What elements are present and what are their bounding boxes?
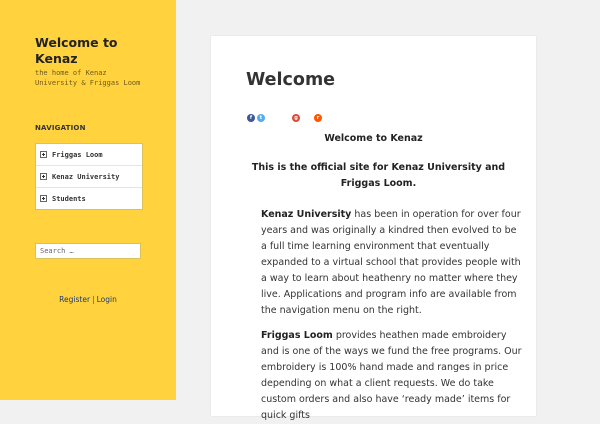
- main-content: Welcome f t g r Welcome to Kenaz This is…: [211, 36, 536, 421]
- navigation-menu: Friggas Loom Kenaz University Students: [35, 143, 143, 210]
- site-title[interactable]: Welcome to Kenaz: [35, 35, 155, 67]
- nav-item-friggas-loom[interactable]: Friggas Loom: [36, 144, 142, 166]
- search-input[interactable]: [35, 243, 141, 259]
- nav-item-students[interactable]: Students: [36, 188, 142, 209]
- nav-item-label: Kenaz University: [52, 172, 120, 181]
- site-description: the home of Kenaz University & Friggas L…: [35, 69, 141, 87]
- facebook-icon[interactable]: f: [247, 114, 255, 122]
- friggas-loom-paragraph: Friggas Loom provides heathen made embro…: [261, 328, 523, 424]
- welcome-heading: Welcome to Kenaz: [324, 133, 423, 144]
- reddit-icon[interactable]: r: [314, 114, 322, 122]
- share-buttons: f t g r: [247, 114, 327, 124]
- friggas-loom-name: Friggas Loom: [261, 330, 333, 341]
- expand-icon[interactable]: [40, 151, 47, 158]
- kenaz-university-text: has been in operation for over four year…: [261, 209, 521, 316]
- auth-separator: |: [92, 295, 95, 304]
- expand-icon[interactable]: [40, 173, 47, 180]
- twitter-icon[interactable]: t: [257, 114, 265, 122]
- nav-item-label: Friggas Loom: [52, 150, 103, 159]
- login-link[interactable]: Login: [97, 295, 117, 304]
- register-link[interactable]: Register: [59, 295, 90, 304]
- kenaz-university-paragraph: Kenaz University has been in operation f…: [261, 207, 523, 319]
- kenaz-university-name: Kenaz University: [261, 209, 352, 220]
- google-plus-icon[interactable]: g: [292, 114, 300, 122]
- auth-links: Register | Login: [35, 295, 141, 304]
- sidebar: Welcome to Kenaz the home of Kenaz Unive…: [0, 0, 176, 400]
- official-site-line: This is the official site for Kenaz Univ…: [251, 162, 506, 189]
- nav-item-kenaz-university[interactable]: Kenaz University: [36, 166, 142, 188]
- expand-icon[interactable]: [40, 195, 47, 202]
- page-title: Welcome: [246, 70, 336, 90]
- navigation-heading: NAVIGATION: [35, 124, 86, 132]
- friggas-loom-text: provides heathen made embroidery and is …: [261, 330, 522, 421]
- nav-item-label: Students: [52, 194, 86, 203]
